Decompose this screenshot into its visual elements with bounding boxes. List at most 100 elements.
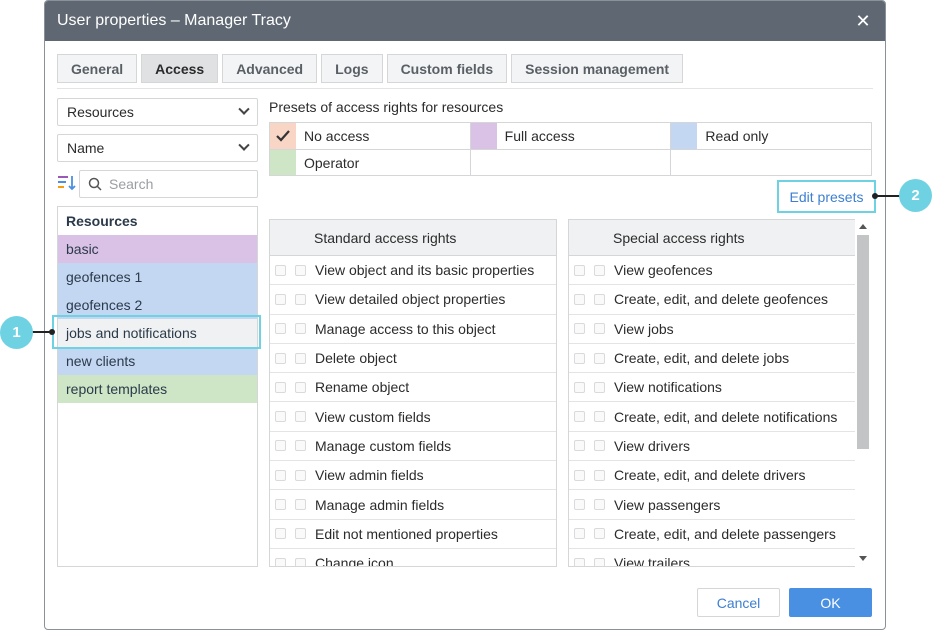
access-right-checkbox[interactable] (594, 411, 605, 423)
access-right-label: Manage admin fields (315, 496, 445, 513)
tab-advanced[interactable]: Advanced (222, 54, 318, 83)
scroll-down-icon[interactable] (859, 556, 867, 561)
select-row-checkbox[interactable] (275, 293, 286, 305)
close-icon[interactable]: ✕ (853, 11, 873, 32)
access-right-checkbox[interactable] (594, 528, 605, 540)
access-right-row[interactable]: Manage admin fields (270, 490, 556, 520)
access-right-row[interactable]: View passengers (569, 490, 855, 520)
access-right-checkbox[interactable] (594, 352, 605, 364)
access-right-checkbox[interactable] (594, 264, 605, 276)
preset-full-access[interactable]: Full access (469, 123, 671, 149)
select-row-checkbox[interactable] (275, 264, 286, 276)
access-right-row[interactable]: Rename object (270, 373, 556, 403)
ok-button[interactable]: OK (789, 588, 872, 617)
access-right-row[interactable]: View trailers (569, 549, 855, 567)
access-right-row[interactable]: Create, edit, and delete jobs (569, 344, 855, 374)
access-right-row[interactable]: View custom fields (270, 402, 556, 432)
access-right-checkbox[interactable] (594, 557, 605, 566)
dialog-title: User properties – Manager Tracy (57, 12, 291, 29)
access-right-checkbox[interactable] (295, 293, 306, 305)
cancel-button[interactable]: Cancel (697, 588, 780, 617)
select-row-checkbox[interactable] (574, 264, 585, 276)
tab-logs[interactable]: Logs (321, 54, 383, 83)
access-right-checkbox[interactable] (594, 381, 605, 393)
select-row-checkbox[interactable] (275, 440, 286, 452)
select-row-checkbox[interactable] (275, 381, 286, 393)
search-input[interactable]: Search (79, 170, 258, 198)
select-row-checkbox[interactable] (574, 440, 585, 452)
standard-rights-panel: Standard access rights View object and i… (269, 219, 557, 567)
select-row-checkbox[interactable] (574, 469, 585, 481)
preset-read-only[interactable]: Read only (670, 123, 871, 149)
select-row-checkbox[interactable] (574, 323, 585, 335)
access-right-row[interactable]: Manage access to this object (270, 315, 556, 344)
access-right-checkbox[interactable] (295, 411, 306, 423)
access-right-label: View trailers (614, 555, 690, 567)
access-right-checkbox[interactable] (295, 381, 306, 393)
access-right-label: View drivers (614, 437, 690, 454)
sort-order-icon[interactable] (58, 174, 76, 192)
access-right-checkbox[interactable] (594, 499, 605, 511)
tab-session-management[interactable]: Session management (511, 54, 684, 83)
tab-custom-fields[interactable]: Custom fields (386, 54, 508, 83)
dialog-titlebar: User properties – Manager Tracy ✕ (45, 1, 885, 41)
select-row-checkbox[interactable] (574, 381, 585, 393)
access-right-row[interactable]: View detailed object properties (270, 285, 556, 315)
access-right-checkbox[interactable] (594, 323, 605, 335)
access-right-row[interactable]: Create, edit, and delete passengers (569, 520, 855, 549)
select-row-checkbox[interactable] (574, 352, 585, 364)
resource-list-item[interactable]: basic (58, 235, 257, 263)
access-right-row[interactable]: View drivers (569, 432, 855, 462)
access-right-checkbox[interactable] (594, 440, 605, 452)
select-row-checkbox[interactable] (275, 411, 286, 423)
resource-list-item[interactable]: new clients (58, 347, 257, 375)
access-right-label: Manage custom fields (315, 437, 452, 454)
access-right-row[interactable]: Edit not mentioned properties (270, 520, 556, 549)
search-icon (88, 177, 102, 191)
select-row-checkbox[interactable] (574, 293, 585, 305)
select-row-checkbox[interactable] (275, 528, 286, 540)
access-right-checkbox[interactable] (295, 440, 306, 452)
select-row-checkbox[interactable] (275, 352, 286, 364)
access-right-row[interactable]: View admin fields (270, 461, 556, 491)
rights-scrollbar[interactable] (855, 219, 871, 567)
select-row-checkbox[interactable] (275, 323, 286, 335)
access-right-row[interactable]: View jobs (569, 315, 855, 344)
access-right-row[interactable]: View notifications (569, 373, 855, 403)
select-row-checkbox[interactable] (275, 469, 286, 481)
select-row-checkbox[interactable] (275, 557, 286, 566)
edit-presets-button[interactable]: Edit presets (777, 180, 876, 213)
access-right-row[interactable]: View geofences (569, 256, 855, 286)
sort-field-select[interactable]: Name (57, 134, 258, 162)
scroll-up-icon[interactable] (859, 224, 867, 229)
access-right-checkbox[interactable] (295, 469, 306, 481)
access-right-checkbox[interactable] (594, 293, 605, 305)
resource-type-select[interactable]: Resources (57, 98, 258, 126)
resource-list-item[interactable]: report templates (58, 375, 257, 403)
select-row-checkbox[interactable] (574, 499, 585, 511)
access-right-checkbox[interactable] (295, 264, 306, 276)
access-right-checkbox[interactable] (295, 528, 306, 540)
resource-list-item[interactable]: geofences 1 (58, 263, 257, 291)
select-row-checkbox[interactable] (574, 411, 585, 423)
access-right-row[interactable]: Change icon (270, 549, 556, 566)
preset-no-access[interactable]: No access (270, 123, 470, 149)
access-right-row[interactable]: Create, edit, and delete notifications (569, 402, 855, 432)
tab-general[interactable]: General (57, 54, 138, 83)
access-right-row[interactable]: Create, edit, and delete geofences (569, 285, 855, 315)
select-row-checkbox[interactable] (574, 557, 585, 566)
preset-operator[interactable]: Operator (270, 150, 470, 175)
access-right-checkbox[interactable] (295, 499, 306, 511)
access-right-checkbox[interactable] (295, 323, 306, 335)
access-right-row[interactable]: Delete object (270, 344, 556, 374)
select-row-checkbox[interactable] (574, 528, 585, 540)
access-right-row[interactable]: Manage custom fields (270, 432, 556, 462)
scrollbar-thumb[interactable] (857, 235, 869, 449)
access-right-row[interactable]: View object and its basic properties (270, 256, 556, 286)
access-right-checkbox[interactable] (295, 352, 306, 364)
access-right-checkbox[interactable] (594, 469, 605, 481)
access-right-checkbox[interactable] (295, 557, 306, 566)
tab-access[interactable]: Access (141, 54, 219, 83)
select-row-checkbox[interactable] (275, 499, 286, 511)
access-right-row[interactable]: Create, edit, and delete drivers (569, 461, 855, 491)
